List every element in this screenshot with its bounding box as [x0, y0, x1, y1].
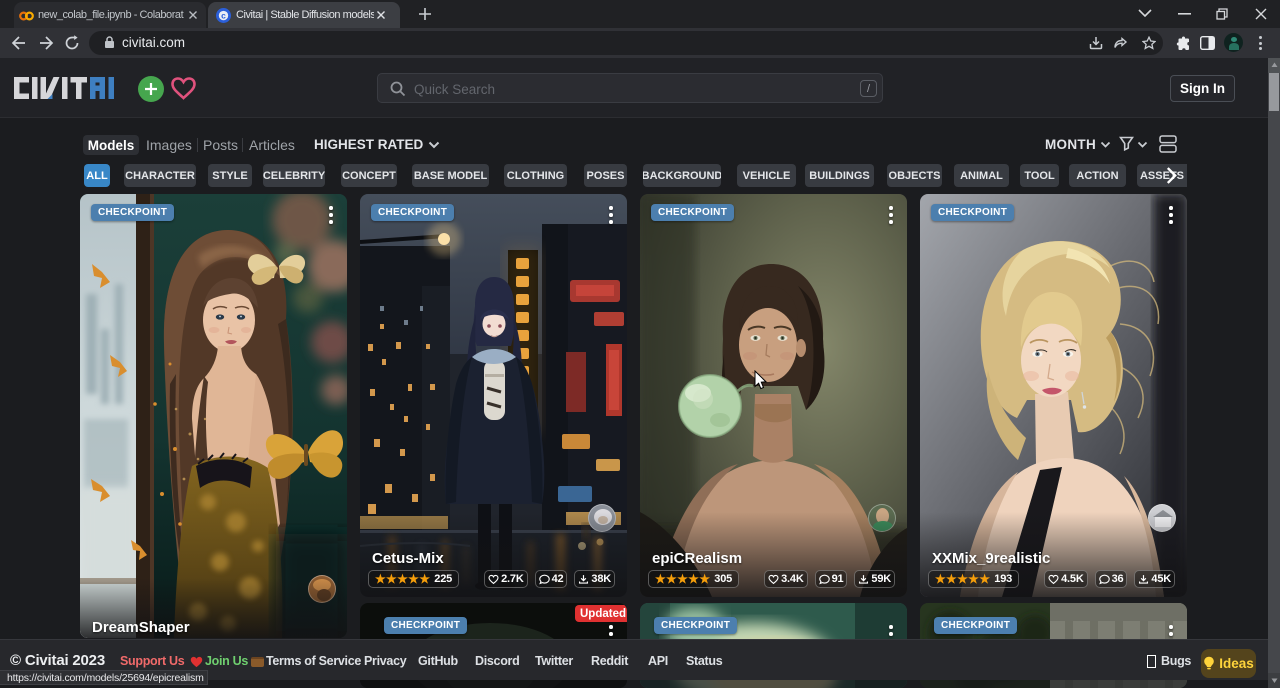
- svg-text:c: c: [221, 11, 226, 21]
